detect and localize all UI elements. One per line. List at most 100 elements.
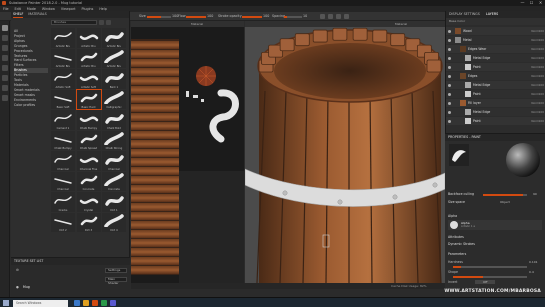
paint-brush-icon[interactable]: [2, 25, 8, 31]
brush-item[interactable]: Dirt 2: [51, 212, 75, 232]
layer-visibility-eye-icon[interactable]: [448, 92, 451, 96]
channel-dropdown[interactable]: Base Color: [446, 18, 545, 25]
polygon-fill-icon[interactable]: [2, 55, 8, 61]
brush-item[interactable]: Dirt 3: [76, 212, 101, 232]
brush-item[interactable]: Cement 1: [51, 110, 75, 130]
layer-row[interactable]: Paint Norm 100: [446, 63, 545, 71]
brush-item[interactable]: Basic Hard: [75, 88, 102, 110]
viewport-3d-mode[interactable]: Material: [245, 21, 445, 27]
taskbar-search-input[interactable]: Search Windows: [13, 299, 68, 307]
viewport-2d-mode[interactable]: Material: [131, 21, 244, 27]
layer-visibility-eye-icon[interactable]: [448, 65, 451, 69]
layer-visibility-eye-icon[interactable]: [448, 119, 451, 123]
spacing-value[interactable]: 10: [303, 14, 307, 18]
brush-item[interactable]: Chalk Spread: [76, 130, 101, 150]
shader-dropdown[interactable]: Main Shader: [105, 277, 127, 284]
brush-item[interactable]: Chalk Bumpy: [76, 110, 101, 130]
chrome-icon[interactable]: [101, 300, 107, 306]
brush-item[interactable]: Dirt 1: [102, 192, 126, 212]
lazy-mouse-icon[interactable]: [328, 14, 333, 19]
layer-opacity[interactable]: 100: [539, 119, 544, 123]
brush-item[interactable]: Artistic Bru: [102, 48, 126, 68]
layer-visibility-eye-icon[interactable]: [448, 56, 451, 60]
layer-row[interactable]: Metal Edge Norm 100: [446, 108, 545, 116]
view-mode-icon[interactable]: [106, 20, 111, 25]
brush-item[interactable]: Concrete: [102, 171, 126, 191]
substance-painter-taskbar-icon[interactable]: [92, 300, 98, 306]
brush-item[interactable]: Charcoal: [102, 151, 126, 171]
explorer-icon[interactable]: [74, 300, 80, 306]
layer-row[interactable]: Fill layer Norm 100: [446, 99, 545, 107]
layer-opacity[interactable]: 100: [539, 92, 544, 96]
viewport-3d[interactable]: Material: [245, 21, 445, 283]
layer-visibility-eye-icon[interactable]: [448, 101, 451, 105]
smudge-icon[interactable]: [2, 65, 8, 71]
layer-visibility-eye-icon[interactable]: [448, 47, 451, 51]
brush-item[interactable]: Calligraphic: [102, 89, 126, 109]
symmetry-icon[interactable]: [320, 14, 325, 19]
dynamic-strokes-section[interactable]: Dynamic Strokes: [448, 242, 475, 246]
layer-opacity[interactable]: 100: [539, 65, 544, 69]
layer-row[interactable]: Wood Norm 100: [446, 27, 545, 35]
stroke-opacity-value[interactable]: 100: [263, 14, 269, 18]
brush-item[interactable]: Chalk Bumpy: [51, 130, 75, 150]
layer-visibility-eye-icon[interactable]: [448, 29, 451, 33]
layer-row[interactable]: Metal Norm 100: [446, 36, 545, 44]
material-picker-icon[interactable]: [2, 85, 8, 91]
invert-toggle[interactable]: Off: [475, 280, 496, 284]
layer-row[interactable]: Paint Norm 100: [446, 90, 545, 98]
brush-item[interactable]: Charcoal: [51, 151, 75, 171]
app-icon[interactable]: [110, 300, 116, 306]
layer-opacity[interactable]: 100: [539, 47, 544, 51]
tab-materials[interactable]: MATERIALS: [28, 11, 46, 18]
brush-item[interactable]: Chalk Bold: [102, 110, 126, 130]
layer-visibility-eye-icon[interactable]: [448, 74, 451, 78]
shelf-search-input[interactable]: Brushes: [51, 20, 97, 25]
brush-item[interactable]: Concrete: [76, 171, 101, 191]
folder-icon[interactable]: [83, 300, 89, 306]
shape-value[interactable]: 0.4: [529, 270, 534, 274]
brush-item[interactable]: Charcoal Fine: [76, 151, 101, 171]
flow-slider[interactable]: [186, 16, 206, 18]
parameters-section[interactable]: Parameters: [448, 252, 466, 256]
brush-item[interactable]: Cracks: [51, 192, 75, 212]
hardness-value[interactable]: 0.101: [529, 260, 538, 264]
stroke-opacity-slider[interactable]: [242, 16, 262, 18]
layer-row[interactable]: Edges Norm 100: [446, 72, 545, 80]
layer-row[interactable]: Edges Wear Norm 100: [446, 45, 545, 53]
layer-row[interactable]: Metal Edge Norm 100: [446, 81, 545, 89]
tab-display-settings[interactable]: DISPLAY SETTINGS: [449, 11, 480, 18]
bake-icon[interactable]: [2, 95, 8, 101]
brush-item[interactable]: Charcoal: [51, 171, 75, 191]
shape-slider[interactable]: [453, 276, 527, 278]
brush-item[interactable]: Dirt 4: [102, 212, 126, 232]
filter-icon[interactable]: [99, 20, 104, 25]
layer-opacity[interactable]: 100: [539, 74, 544, 78]
viewport-2d[interactable]: Material: [131, 21, 244, 283]
windows-start-icon[interactable]: [3, 300, 9, 306]
flow-value[interactable]: 100: [207, 14, 213, 18]
hardness-slider[interactable]: [453, 266, 527, 268]
eraser-icon[interactable]: [2, 35, 8, 41]
shelf-category-item[interactable]: Color profiles: [14, 103, 48, 108]
tab-shelf[interactable]: SHELF: [13, 11, 24, 18]
brush-item[interactable]: Artistic Bru: [76, 28, 101, 48]
brush-item[interactable]: Bark 1: [102, 69, 126, 89]
layer-opacity[interactable]: 100: [539, 38, 544, 42]
layer-opacity[interactable]: 100: [539, 83, 544, 87]
alpha-slot[interactable]: Alpha Artistic 1 a: [448, 220, 542, 230]
brush-item[interactable]: Artistic Soft: [51, 69, 75, 89]
backface-culling-value[interactable]: 90: [533, 192, 537, 196]
brush-item[interactable]: Basic Soft: [51, 89, 75, 109]
brush-item[interactable]: Artistic Bru: [102, 28, 126, 48]
projection-icon[interactable]: [2, 45, 8, 51]
brush-item[interactable]: Chalk Strong: [102, 130, 126, 150]
render-icon[interactable]: [344, 14, 349, 19]
layer-visibility-eye-icon[interactable]: [448, 110, 451, 114]
layer-visibility-eye-icon[interactable]: [448, 83, 451, 87]
brush-item[interactable]: Artistic Bru: [51, 28, 75, 48]
layer-opacity[interactable]: 100: [539, 101, 544, 105]
layer-row[interactable]: Paint Norm 100: [446, 117, 545, 125]
spacing-slider[interactable]: [284, 16, 302, 18]
backface-culling-slider[interactable]: [483, 194, 527, 196]
